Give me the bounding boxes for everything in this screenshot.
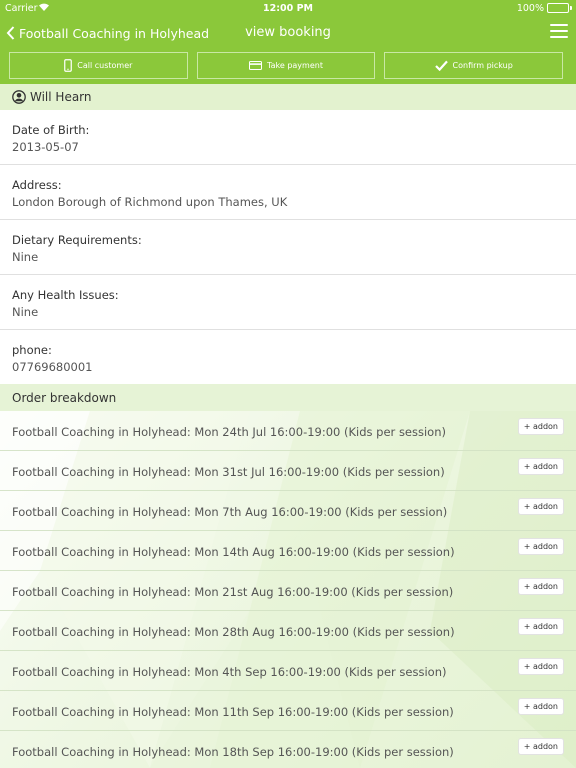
order-row: Football Coaching in Holyhead: Mon 7th A…	[0, 491, 576, 531]
field-value: Nine	[12, 305, 39, 319]
chevron-left-icon	[6, 26, 15, 40]
call-customer-button[interactable]: Call customer	[9, 52, 188, 79]
field-dietary-requirements: Dietary Requirements: Nine	[0, 220, 576, 275]
order-row: Football Coaching in Holyhead: Mon 4th S…	[0, 651, 576, 691]
order-row: Football Coaching in Holyhead: Mon 31st …	[0, 451, 576, 491]
order-item-text: Football Coaching in Holyhead: Mon 14th …	[12, 545, 455, 559]
back-label: Football Coaching in Holyhead	[19, 25, 210, 41]
customer-header: Will Hearn	[0, 84, 576, 110]
battery-icon	[547, 3, 572, 13]
confirm-pickup-label: Confirm pickup	[452, 61, 513, 70]
addon-button[interactable]: + addon	[517, 418, 564, 435]
field-date-of-birth: Date of Birth: 2013-05-07	[0, 110, 576, 165]
field-label: Address:	[12, 178, 62, 192]
addon-button[interactable]: + addon	[517, 498, 564, 515]
field-phone: phone: 07769680001	[0, 330, 576, 385]
order-row: Football Coaching in Holyhead: Mon 21st …	[0, 571, 576, 611]
order-breakdown-header: Order breakdown	[0, 384, 576, 411]
back-button[interactable]: Football Coaching in Holyhead	[6, 22, 209, 44]
field-address: Address: London Borough of Richmond upon…	[0, 165, 576, 220]
field-health-issues: Any Health Issues: Nine	[0, 275, 576, 330]
call-customer-label: Call customer	[77, 61, 133, 70]
checkmark-icon	[434, 60, 448, 71]
status-bar: Carrier 12:00 PM 100%	[0, 0, 576, 16]
field-value: 2013-05-07	[12, 140, 79, 154]
menu-icon[interactable]	[550, 24, 568, 40]
card-icon	[249, 61, 263, 70]
confirm-pickup-button[interactable]: Confirm pickup	[384, 52, 564, 79]
field-value: London Borough of Richmond upon Thames, …	[12, 195, 288, 209]
take-payment-label: Take payment	[267, 61, 323, 70]
take-payment-button[interactable]: Take payment	[196, 52, 376, 79]
field-label: Date of Birth:	[12, 123, 90, 137]
field-value: Nine	[12, 250, 39, 264]
addon-button[interactable]: + addon	[517, 538, 564, 555]
addon-button[interactable]: + addon	[517, 578, 564, 595]
order-list: Football Coaching in Holyhead: Mon 24th …	[0, 411, 576, 768]
order-item-text: Football Coaching in Holyhead: Mon 31st …	[12, 465, 445, 479]
addon-button[interactable]: + addon	[517, 458, 564, 475]
status-time: 12:00 PM	[263, 3, 313, 14]
customer-name: Will Hearn	[30, 90, 92, 104]
top-bar: Carrier 12:00 PM 100% Football Coaching …	[0, 0, 576, 84]
order-item-text: Football Coaching in Holyhead: Mon 4th S…	[12, 665, 447, 679]
battery-percent: 100%	[516, 3, 544, 14]
action-bar: Call customer Take payment Confirm picku…	[9, 52, 564, 79]
addon-button[interactable]: + addon	[517, 618, 564, 635]
phone-icon	[64, 59, 73, 72]
order-item-text: Football Coaching in Holyhead: Mon 28th …	[12, 625, 455, 639]
order-item-text: Football Coaching in Holyhead: Mon 11th …	[12, 705, 454, 719]
order-item-text: Football Coaching in Holyhead: Mon 7th A…	[12, 505, 448, 519]
order-row: Football Coaching in Holyhead: Mon 28th …	[0, 611, 576, 651]
field-label: Any Health Issues:	[12, 288, 119, 302]
order-item-text: Football Coaching in Holyhead: Mon 21st …	[12, 585, 454, 599]
addon-button[interactable]: + addon	[517, 738, 564, 755]
order-item-text: Football Coaching in Holyhead: Mon 18th …	[12, 745, 454, 759]
order-row: Football Coaching in Holyhead: Mon 11th …	[0, 691, 576, 731]
order-row: Football Coaching in Holyhead: Mon 24th …	[0, 411, 576, 451]
field-label: phone:	[12, 343, 52, 357]
page-title: view booking	[245, 25, 331, 40]
addon-button[interactable]: + addon	[517, 698, 564, 715]
order-row: Football Coaching in Holyhead: Mon 14th …	[0, 531, 576, 571]
order-row: Football Coaching in Holyhead: Mon 18th …	[0, 731, 576, 768]
field-value: 07769680001	[12, 360, 93, 374]
order-item-text: Football Coaching in Holyhead: Mon 24th …	[12, 425, 446, 439]
addon-button[interactable]: + addon	[517, 658, 564, 675]
field-label: Dietary Requirements:	[12, 233, 142, 247]
user-icon	[12, 90, 26, 104]
